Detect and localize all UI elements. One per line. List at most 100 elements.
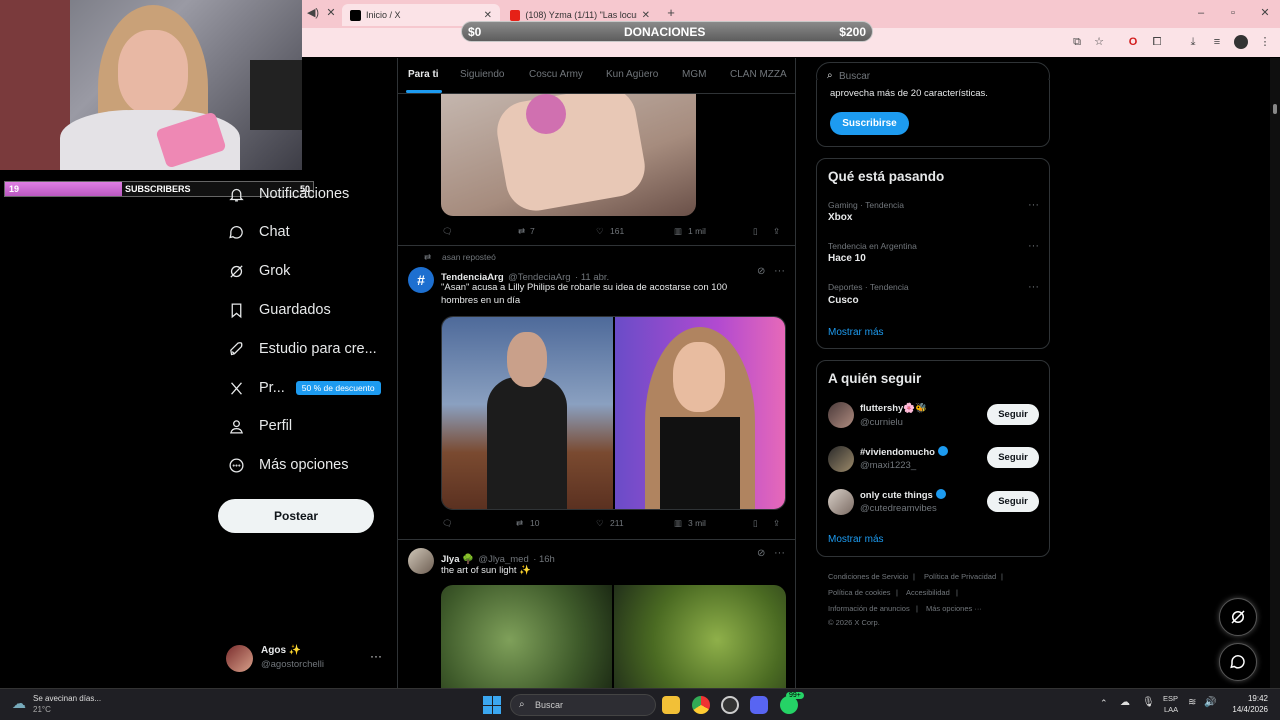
- follow-name[interactable]: fluttershy🌸🐝: [860, 403, 927, 414]
- post-image[interactable]: [441, 94, 696, 216]
- close-tab-icon[interactable]: ✕: [642, 10, 650, 21]
- nav-grok[interactable]: Grok: [228, 259, 290, 283]
- mic-icon[interactable]: 🎙: [1142, 697, 1155, 708]
- volume-icon[interactable]: 🔊: [1204, 697, 1216, 708]
- taskbar-search[interactable]: ⌕ Buscar: [510, 694, 656, 716]
- grok-icon[interactable]: ⊘: [757, 548, 765, 559]
- extensions-icon[interactable]: ⧠: [1150, 35, 1164, 49]
- avatar[interactable]: [828, 402, 854, 428]
- footer-link[interactable]: Información de anuncios: [828, 604, 910, 613]
- tab-audio-icon[interactable]: ◀): [306, 6, 320, 20]
- file-explorer-icon[interactable]: [662, 696, 680, 714]
- like-icon[interactable]: ♡: [596, 226, 604, 237]
- close-tab-icon[interactable]: ✕: [484, 10, 492, 21]
- scrollbar[interactable]: [1270, 58, 1280, 688]
- bookmark-icon[interactable]: ▯: [753, 226, 758, 237]
- show-more-link[interactable]: Mostrar más: [828, 327, 884, 338]
- obs-icon[interactable]: [721, 696, 739, 714]
- nav-profile[interactable]: Perfil: [228, 414, 292, 438]
- avatar[interactable]: [408, 548, 434, 574]
- more-icon[interactable]: ···: [774, 547, 785, 559]
- more-icon[interactable]: ···: [1028, 281, 1039, 293]
- tray-chevron-icon[interactable]: ⌃: [1100, 698, 1108, 709]
- opera-icon[interactable]: O: [1126, 35, 1140, 49]
- footer-link[interactable]: Más opciones ···: [926, 604, 982, 613]
- download-icon[interactable]: ⤓: [1186, 35, 1200, 49]
- nav-chat[interactable]: Chat: [228, 220, 290, 244]
- star-icon[interactable]: ☆: [1092, 35, 1106, 49]
- minimize-icon[interactable]: –: [1194, 6, 1208, 20]
- tab-kun-aguero[interactable]: Kun Agüero: [606, 69, 658, 80]
- tab-following[interactable]: Siguiendo: [460, 69, 504, 80]
- language-indicator[interactable]: ESP: [1163, 694, 1178, 703]
- tweet-media[interactable]: [441, 316, 786, 510]
- views-icon[interactable]: ▥: [674, 518, 682, 529]
- reply-icon[interactable]: 🗨: [442, 518, 453, 529]
- repost-icon[interactable]: ⇄: [518, 226, 525, 237]
- more-icon[interactable]: ···: [370, 649, 382, 663]
- tab-for-you[interactable]: Para ti: [408, 69, 439, 80]
- subscribe-button[interactable]: Suscribirse: [830, 112, 909, 135]
- tweet-time[interactable]: · 16h: [533, 554, 555, 565]
- avatar[interactable]: #: [408, 267, 434, 293]
- clock-time[interactable]: 19:42: [1230, 694, 1268, 703]
- tab-close-left-icon[interactable]: ✕: [324, 6, 338, 20]
- weather-title[interactable]: Se avecinan días...: [33, 694, 101, 703]
- discord-icon[interactable]: [750, 696, 768, 714]
- tab-mgm[interactable]: MGM: [682, 69, 706, 80]
- follow-button[interactable]: Seguir: [987, 491, 1039, 512]
- repost-icon[interactable]: ⇄: [516, 518, 523, 529]
- follow-name[interactable]: only cute things: [860, 489, 946, 501]
- tab-coscu-army[interactable]: Coscu Army: [529, 69, 583, 80]
- messages-fab[interactable]: [1219, 643, 1257, 681]
- media-icon[interactable]: ≡: [1210, 35, 1224, 49]
- menu-icon[interactable]: ⋮: [1258, 35, 1272, 49]
- trend-name[interactable]: Xbox: [828, 212, 852, 223]
- show-more-link[interactable]: Mostrar más: [828, 534, 884, 545]
- footer-link[interactable]: Accesibilidad: [906, 588, 950, 597]
- follow-button[interactable]: Seguir: [987, 447, 1039, 468]
- more-icon[interactable]: ···: [1028, 240, 1039, 252]
- profile-avatar[interactable]: [1234, 35, 1248, 49]
- nav-more-options[interactable]: Más opciones: [228, 453, 348, 477]
- nav-premium[interactable]: Pr... 50 % de descuento: [228, 376, 381, 400]
- share-icon[interactable]: ⇪: [773, 518, 780, 529]
- post-button[interactable]: Postear: [218, 499, 374, 533]
- windows-start-icon[interactable]: [483, 696, 501, 714]
- trend-name[interactable]: Cusco: [828, 295, 859, 306]
- network-tray-icon[interactable]: ☁: [1120, 697, 1130, 708]
- tab-clan-mzza[interactable]: CLAN MZZA: [730, 69, 787, 80]
- account-switcher[interactable]: Agos ✨ @agostorchelli ···: [226, 644, 386, 674]
- follow-button[interactable]: Seguir: [987, 404, 1039, 425]
- views-icon[interactable]: ▥: [674, 226, 682, 237]
- tweet[interactable]: Jlya 🌳 @Jlya_med · 16h ⊘ ··· the art of …: [398, 540, 795, 688]
- like-icon[interactable]: ♡: [596, 518, 604, 529]
- reply-icon[interactable]: 🗨: [442, 226, 453, 237]
- more-icon[interactable]: ···: [1028, 199, 1039, 211]
- avatar[interactable]: [828, 489, 854, 515]
- tweet-media[interactable]: [441, 585, 786, 688]
- bookmark-icon[interactable]: ▯: [753, 518, 758, 529]
- nav-notifications[interactable]: Notificaciones: [228, 182, 349, 206]
- grok-icon[interactable]: ⊘: [757, 266, 765, 277]
- new-tab-button[interactable]: +: [664, 6, 678, 20]
- grok-fab[interactable]: [1219, 598, 1257, 636]
- wifi-icon[interactable]: ≋: [1188, 697, 1196, 708]
- share-icon[interactable]: ⇪: [773, 226, 780, 237]
- footer-link[interactable]: Condiciones de Servicio: [828, 572, 908, 581]
- follow-name[interactable]: #viviendomucho: [860, 446, 948, 458]
- more-icon[interactable]: ···: [774, 265, 785, 277]
- avatar[interactable]: [828, 446, 854, 472]
- tweet[interactable]: ⇄ asan reposteó # TendenciaArg @Tendecia…: [398, 246, 795, 539]
- maximize-icon[interactable]: ▫: [1226, 6, 1240, 20]
- screenshot-icon[interactable]: ⧉: [1070, 35, 1084, 49]
- chrome-icon[interactable]: [692, 696, 710, 714]
- trend-name[interactable]: Hace 10: [828, 253, 866, 264]
- nav-creator-studio[interactable]: Estudio para cre...: [228, 337, 377, 361]
- weather-icon[interactable]: ☁: [12, 695, 26, 712]
- close-window-icon[interactable]: ✕: [1258, 6, 1272, 20]
- nav-bookmarks[interactable]: Guardados: [228, 298, 331, 322]
- footer-link[interactable]: Política de cookies: [828, 588, 891, 597]
- footer-link[interactable]: Política de Privacidad: [924, 572, 996, 581]
- scrollbar-thumb[interactable]: [1273, 104, 1277, 114]
